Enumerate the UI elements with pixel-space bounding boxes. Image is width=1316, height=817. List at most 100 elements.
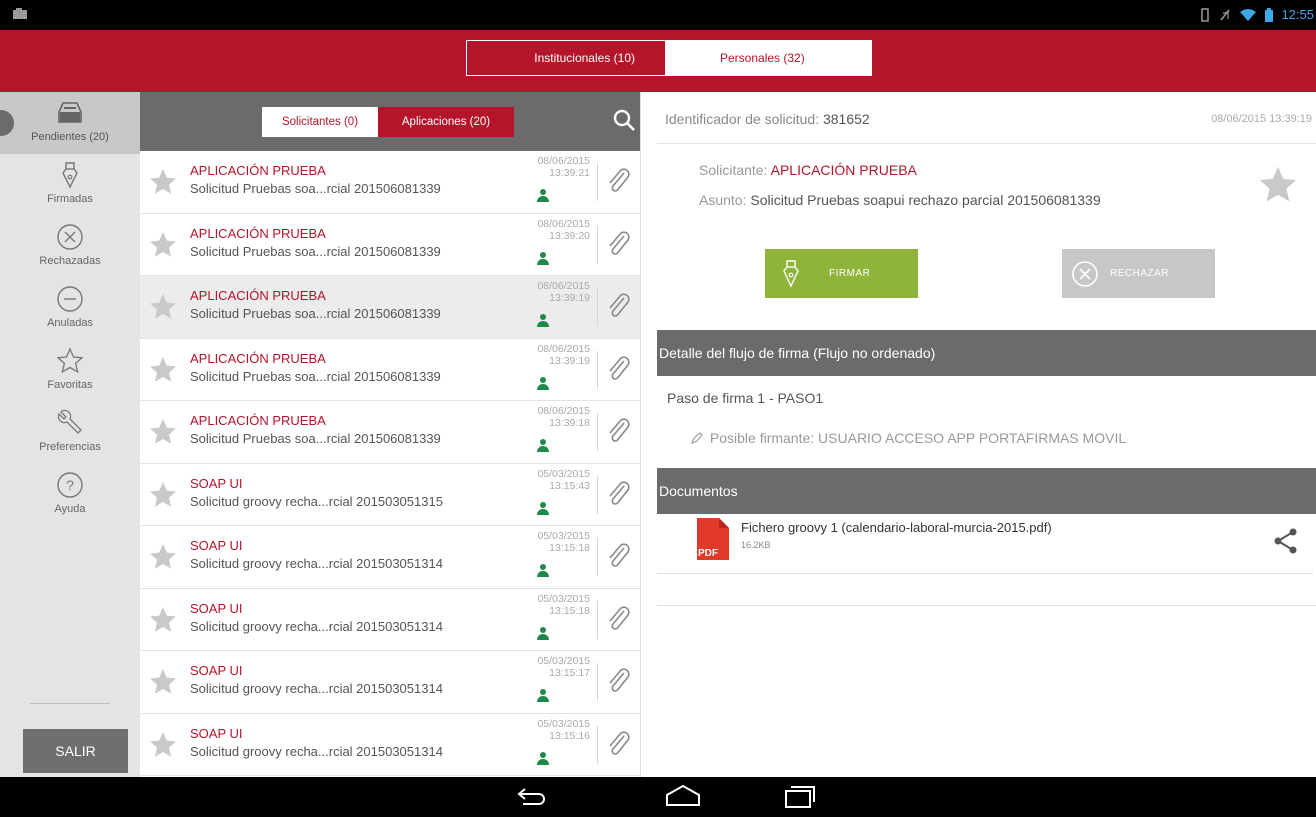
request-row[interactable]: SOAP UI Solicitud groovy recha...rcial 2… <box>140 713 640 776</box>
pen-nib-icon <box>62 162 78 189</box>
request-date-day: 05/03/2015 <box>537 717 590 730</box>
user-icon <box>537 564 549 577</box>
reject-button-label: RECHAZAR <box>1110 268 1170 279</box>
pdf-file-icon: PDF <box>697 518 729 560</box>
sidebar-item-ayuda[interactable]: ? Ayuda <box>0 464 140 526</box>
search-icon[interactable] <box>612 108 636 132</box>
request-identifier: Identificador de solicitud: 381652 <box>665 111 870 127</box>
star-icon[interactable] <box>148 417 178 447</box>
document-row[interactable]: PDF Fichero groovy 1 (calendario-laboral… <box>657 514 1313 574</box>
battery-icon <box>1265 7 1274 22</box>
share-icon[interactable] <box>1272 527 1300 555</box>
paperclip-icon <box>609 480 630 505</box>
request-date-day: 05/03/2015 <box>537 592 590 605</box>
wifi-icon <box>1240 8 1257 21</box>
sign-button[interactable]: FIRMAR <box>765 249 918 298</box>
star-icon[interactable] <box>148 730 178 760</box>
sidebar-item-preferencias[interactable]: Preferencias <box>0 402 140 464</box>
request-date-day: 05/03/2015 <box>537 467 590 480</box>
request-date: 05/03/2015 13:15:16 <box>537 718 590 742</box>
circle-x-icon <box>1072 260 1098 287</box>
sidebar-item-label: Favoritas <box>47 379 93 391</box>
request-date-time: 13:39:18 <box>549 417 590 429</box>
sidebar: Pendientes (20) Firmadas Rechazadas Anul… <box>0 92 140 777</box>
row-separator <box>597 350 598 389</box>
paperclip-icon <box>609 168 630 192</box>
user-icon <box>537 314 549 327</box>
request-date-time: 13:15:18 <box>549 604 590 617</box>
row-separator <box>597 538 598 576</box>
request-date-day: 08/06/2015 <box>537 217 590 230</box>
star-icon[interactable] <box>148 667 178 697</box>
sidebar-item-favoritas[interactable]: Favoritas <box>0 340 140 402</box>
request-id-value: 381652 <box>822 111 870 127</box>
request-date-day: 05/03/2015 <box>537 655 590 667</box>
request-title: SOAP UI <box>190 725 243 741</box>
request-date-time: 13:39:19 <box>549 354 590 367</box>
row-separator <box>597 600 598 639</box>
request-row[interactable]: APLICACIÓN PRUEBA Solicitud Pruebas soa.… <box>140 151 640 214</box>
pen-icon <box>691 432 703 444</box>
request-subject: Solicitud Pruebas soa...rcial 2015060813… <box>190 431 441 446</box>
request-row[interactable]: APLICACIÓN PRUEBA Solicitud Pruebas soa.… <box>140 276 640 339</box>
navigation-bar <box>0 777 1316 817</box>
star-icon[interactable] <box>148 292 178 322</box>
request-row[interactable]: APLICACIÓN PRUEBA Solicitud Pruebas soa.… <box>140 338 640 401</box>
request-id-label: Identificador de solicitud: <box>665 111 820 127</box>
row-separator <box>597 663 598 701</box>
request-date-day: 05/03/2015 <box>537 530 590 542</box>
request-row[interactable]: SOAP UI Solicitud groovy recha...rcial 2… <box>140 588 640 651</box>
sign-button-label: FIRMAR <box>829 268 871 279</box>
sidebar-item-label: Rechazadas <box>39 255 101 267</box>
tab-institucionales[interactable]: Institucionales (10) <box>466 40 666 76</box>
request-subject: Solicitud Pruebas soa...rcial 2015060813… <box>190 181 441 196</box>
document-size: 16.2KB <box>741 540 771 550</box>
star-icon[interactable] <box>148 542 178 572</box>
star-icon[interactable] <box>148 230 178 260</box>
sidebar-item-label: Anuladas <box>47 317 93 329</box>
user-icon <box>537 689 549 702</box>
request-date-day: 08/06/2015 <box>537 405 590 417</box>
logout-button[interactable]: SALIR <box>23 729 128 773</box>
request-row[interactable]: APLICACIÓN PRUEBA Solicitud Pruebas soa.… <box>140 401 640 464</box>
request-subject: Solicitud groovy recha...rcial 201503051… <box>190 618 443 634</box>
circle-x-icon <box>57 224 83 250</box>
request-row[interactable]: SOAP UI Solicitud groovy recha...rcial 2… <box>140 463 640 526</box>
request-date: 08/06/2015 13:39:18 <box>537 405 590 429</box>
star-icon[interactable] <box>148 355 178 385</box>
document-name: Fichero groovy 1 (calendario-laboral-mur… <box>741 520 1052 535</box>
sidebar-item-firmadas[interactable]: Firmadas <box>0 154 140 216</box>
star-icon[interactable] <box>148 480 178 510</box>
home-icon[interactable] <box>664 783 702 811</box>
request-row[interactable]: SOAP UI Solicitud groovy recha...rcial 2… <box>140 526 640 589</box>
back-icon[interactable] <box>515 783 549 811</box>
user-icon <box>537 501 549 515</box>
sidebar-item-rechazadas[interactable]: Rechazadas <box>0 216 140 278</box>
tab-personales[interactable]: Personales (32) <box>666 40 872 76</box>
sidebar-item-label: Preferencias <box>39 441 101 453</box>
reject-button[interactable]: RECHAZAR <box>1062 249 1215 298</box>
segment-aplicaciones[interactable]: Aplicaciones (20) <box>378 107 514 137</box>
segment-solicitantes[interactable]: Solicitantes (0) <box>262 107 378 137</box>
request-title: APLICACIÓN PRUEBA <box>190 288 326 303</box>
paperclip-icon <box>609 293 630 317</box>
detail-panel: Identificador de solicitud: 381652 08/06… <box>640 92 1316 777</box>
paperclip-icon <box>609 605 630 630</box>
row-separator <box>597 725 598 764</box>
circle-minus-icon <box>57 286 83 312</box>
sidebar-item-anuladas[interactable]: Anuladas <box>0 278 140 340</box>
request-row[interactable]: SOAP UI Solicitud groovy recha...rcial 2… <box>140 651 640 714</box>
star-icon[interactable] <box>148 605 178 635</box>
status-bar: 12:55 <box>0 0 1316 30</box>
favorite-star-icon[interactable] <box>1257 164 1299 206</box>
request-datetime: 08/06/2015 13:39:19 <box>1211 113 1312 125</box>
star-icon[interactable] <box>148 167 178 197</box>
list-header: Solicitantes (0) Aplicaciones (20) <box>140 92 640 151</box>
request-row[interactable]: APLICACIÓN PRUEBA Solicitud Pruebas soa.… <box>140 213 640 276</box>
request-date-day: 08/06/2015 <box>537 280 590 292</box>
request-date-time: 13:15:43 <box>549 479 590 492</box>
recent-apps-icon[interactable] <box>782 783 818 811</box>
request-subject: Solicitud Pruebas soa...rcial 2015060813… <box>190 368 441 384</box>
request-title: APLICACIÓN PRUEBA <box>190 163 326 178</box>
sidebar-item-pendientes[interactable]: Pendientes (20) <box>0 92 140 154</box>
